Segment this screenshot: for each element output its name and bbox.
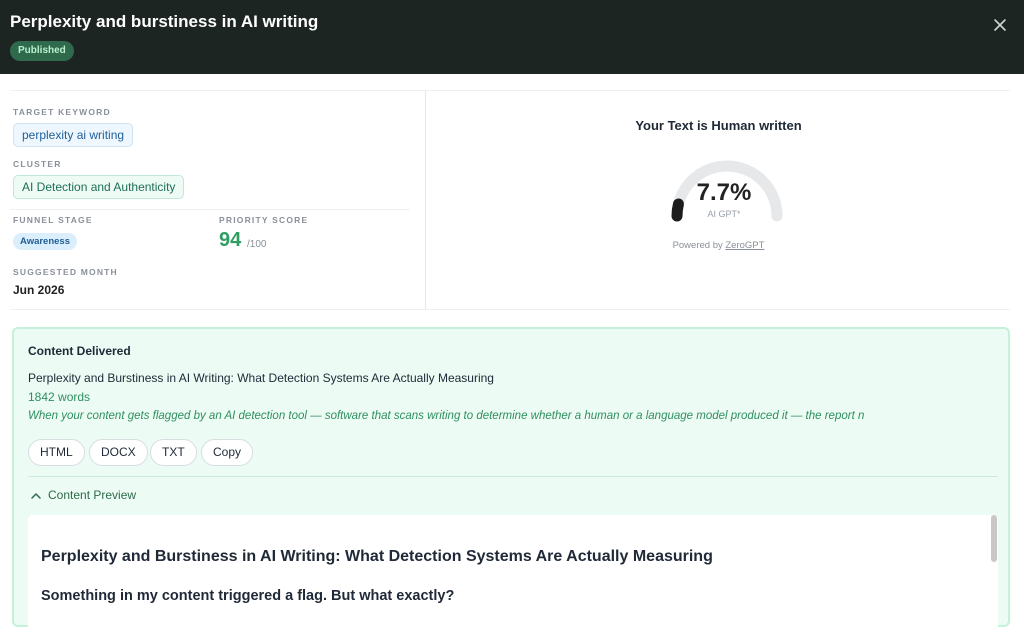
article-meta-card: TARGET KEYWORD perplexity ai writing CLU… [10, 90, 1010, 310]
content-preview-pane[interactable]: Perplexity and Burstiness in AI Writing:… [28, 515, 998, 635]
status-badge: Published [10, 41, 74, 61]
priority-score-value: 94 [219, 229, 242, 251]
preview-heading-2: Something in my content triggered a flag… [41, 588, 455, 604]
priority-score-max: /100 [247, 239, 267, 250]
suggested-month-value: Jun 2026 [13, 283, 65, 297]
content-preview-toggle[interactable]: Content Preview [48, 488, 136, 502]
target-keyword-label: TARGET KEYWORD [13, 107, 111, 117]
content-excerpt: When your content gets flagged by an AI … [28, 410, 865, 422]
target-keyword-chip: perplexity ai writing [13, 123, 134, 147]
preview-heading-1: Perplexity and Burstiness in AI Writing:… [41, 548, 713, 565]
page-title: Perplexity and burstiness in AI writing [10, 12, 319, 31]
powered-by-prefix: Powered by [672, 240, 723, 251]
chevron-up-icon[interactable] [30, 490, 42, 502]
panel-divider [28, 476, 998, 477]
ai-score-percent: 7.7% [696, 179, 752, 206]
cluster-label: CLUSTER [13, 159, 62, 169]
priority-score-label: PRIORITY SCORE [219, 215, 309, 225]
funnel-stage-badge: Awareness [13, 233, 77, 250]
funnel-stage-label: FUNNEL STAGE [13, 215, 93, 225]
zerogpt-link[interactable]: ZeroGPT [725, 240, 764, 251]
meta-divider [10, 209, 410, 210]
delivered-headline: Perplexity and Burstiness in AI Writing:… [28, 371, 494, 385]
content-delivered-title: Content Delivered [28, 344, 131, 358]
copy-button[interactable]: Copy [201, 439, 254, 466]
ai-score-sublabel: AI GPT* [707, 209, 741, 219]
modal-header: Perplexity and burstiness in AI writing … [0, 0, 1024, 74]
detection-panel: Your Text is Human written 7.7% AI GPT* … [427, 91, 1010, 309]
suggested-month-label: SUGGESTED MONTH [13, 267, 118, 277]
cluster-chip: AI Detection and Authenticity [13, 175, 185, 199]
detection-title: Your Text is Human written [635, 118, 802, 133]
preview-scrollbar[interactable] [991, 515, 997, 562]
meta-panel: TARGET KEYWORD perplexity ai writing CLU… [10, 91, 426, 309]
download-txt-button[interactable]: TXT [150, 439, 197, 466]
download-html-button[interactable]: HTML [28, 439, 85, 466]
word-count: 1842 words [28, 390, 91, 404]
powered-by: Powered by ZeroGPT [427, 240, 1010, 251]
content-delivered-panel: Content Delivered Perplexity and Burstin… [12, 327, 1010, 635]
close-icon[interactable] [989, 14, 1011, 36]
download-docx-button[interactable]: DOCX [89, 439, 148, 466]
